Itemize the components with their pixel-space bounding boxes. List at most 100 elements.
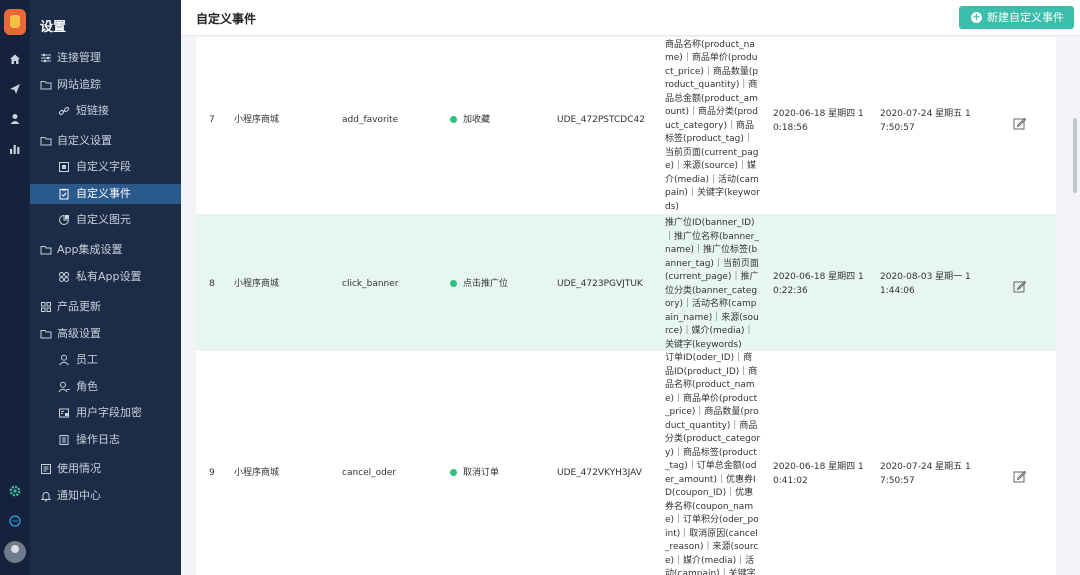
sidebar-item-label: 员工	[76, 353, 98, 366]
sidebar-item-private-app[interactable]: 私有App设置	[30, 267, 181, 287]
user-icon	[58, 354, 70, 366]
settings-sidebar: 设置 连接管理 网站追踪 短链接 自定义设置 自定义字段 自定义事件 自定义图元…	[30, 0, 181, 575]
sidebar-item-usage[interactable]: 使用情况	[30, 459, 181, 479]
usage-icon	[40, 463, 52, 475]
role-icon	[58, 381, 70, 393]
row-attributes: 商品ID(product_ID)｜商品名称(product_name)｜商品单价…	[665, 39, 760, 212]
sidebar-item-short-link[interactable]: 短链接	[30, 101, 181, 121]
sidebar-item-notifications[interactable]: 通知中心	[30, 486, 181, 506]
encrypt-icon	[58, 407, 70, 419]
sidebar-item-label: 连接管理	[57, 51, 101, 64]
chat-icon[interactable]	[0, 515, 30, 530]
plus-icon: +	[971, 12, 982, 23]
sidebar-item-label: 自定义字段	[76, 160, 131, 173]
sidebar-item-label: 高级设置	[57, 327, 101, 340]
sidebar-item-field-encryption[interactable]: 用户字段加密	[30, 403, 181, 423]
row-updated-time: 2020-07-24 星期五 17:50:57	[880, 462, 971, 486]
row-created-time: 2020-06-18 星期四 10:22:36	[773, 272, 864, 296]
sidebar-item-label: 使用情况	[57, 462, 101, 475]
folder-icon	[40, 135, 52, 147]
sidebar-item-roles[interactable]: 角色	[30, 377, 181, 397]
home-icon[interactable]	[0, 53, 30, 68]
sidebar-item-label: 自定义事件	[76, 187, 131, 200]
log-icon	[58, 434, 70, 446]
sidebar-title: 设置	[40, 20, 67, 35]
folder-icon	[40, 244, 52, 256]
sidebar-item-label: 网站追踪	[57, 78, 101, 91]
chain-icon	[58, 105, 70, 117]
table-row[interactable]: 7 小程序商城 add_favorite 加收藏 UDE_472PSTCDC42…	[196, 37, 1056, 215]
row-index: 8	[209, 279, 215, 289]
sidebar-item-custom-shapes[interactable]: 自定义图元	[30, 210, 181, 230]
row-event-key: add_favorite	[342, 115, 399, 125]
bell-icon	[40, 490, 52, 502]
sidebar-item-employees[interactable]: 员工	[30, 350, 181, 370]
row-updated-time: 2020-08-03 星期一 11:44:06	[880, 272, 971, 296]
shape-icon	[58, 214, 70, 226]
sidebar-item-label: 私有App设置	[76, 270, 142, 283]
sidebar-item-custom-fields[interactable]: 自定义字段	[30, 157, 181, 177]
row-event-name: 点击推广位	[463, 279, 509, 289]
folder-icon	[40, 79, 52, 91]
edit-icon[interactable]	[1013, 468, 1027, 483]
row-attributes: 推广位ID(banner_ID)｜推广位名称(banner_name)｜推广位标…	[665, 218, 759, 350]
status-dot	[450, 280, 457, 287]
page-title: 自定义事件	[196, 12, 257, 26]
sidebar-item-label: 短链接	[76, 104, 109, 117]
event-icon	[58, 188, 70, 200]
events-table: 7 小程序商城 add_favorite 加收藏 UDE_472PSTCDC42…	[196, 37, 1056, 575]
sidebar-item-label: App集成设置	[57, 243, 123, 256]
row-created-time: 2020-06-18 星期四 10:18:56	[773, 109, 864, 133]
sidebar-item-advanced-settings[interactable]: 高级设置	[30, 324, 181, 344]
new-button-label: 新建自定义事件	[987, 11, 1064, 24]
settings-gear-icon[interactable]	[0, 485, 30, 500]
row-event-id: UDE_472VKYH3JAV	[557, 468, 642, 478]
sidebar-item-app-integration[interactable]: App集成设置	[30, 240, 181, 260]
row-status: 取消订单	[450, 467, 499, 481]
sidebar-item-label: 通知中心	[57, 489, 101, 502]
sidebar-item-product-updates[interactable]: 产品更新	[30, 297, 181, 317]
edit-icon[interactable]	[1013, 278, 1027, 293]
folder-icon	[40, 328, 52, 340]
sidebar-item-operation-log[interactable]: 操作日志	[30, 430, 181, 450]
send-icon[interactable]	[0, 83, 30, 98]
status-dot	[450, 116, 457, 123]
row-app: 小程序商城	[234, 468, 280, 478]
sidebar-item-site-tracking[interactable]: 网站追踪	[30, 75, 181, 95]
sidebar-item-label: 产品更新	[57, 300, 101, 313]
row-event-id: UDE_472PSTCDC42	[557, 115, 645, 125]
new-custom-event-button[interactable]: + 新建自定义事件	[959, 6, 1074, 29]
row-event-key: cancel_oder	[342, 468, 397, 478]
vertical-scrollbar[interactable]	[1073, 118, 1077, 193]
app-logo[interactable]	[4, 9, 26, 35]
row-status: 加收藏	[450, 114, 490, 128]
status-dot	[450, 469, 457, 476]
row-attributes: 订单ID(oder_ID)｜商品ID(product_ID)｜商品名称(prod…	[665, 353, 761, 575]
edit-icon[interactable]	[1013, 115, 1027, 130]
sidebar-item-label: 自定义图元	[76, 213, 131, 226]
row-status: 点击推广位	[450, 278, 508, 292]
row-index: 9	[209, 468, 215, 478]
row-event-id: UDE_4723PGVJTUK	[557, 279, 643, 289]
page-header: 自定义事件 + 新建自定义事件	[181, 0, 1080, 36]
sidebar-item-label: 操作日志	[76, 433, 120, 446]
row-app: 小程序商城	[234, 279, 280, 289]
row-index: 7	[209, 115, 215, 125]
row-event-key: click_banner	[342, 279, 399, 289]
table-row[interactable]: 9 小程序商城 cancel_oder 取消订单 UDE_472VKYH3JAV…	[196, 351, 1056, 575]
sliders-icon	[40, 52, 52, 64]
table-row[interactable]: 8 小程序商城 click_banner 点击推广位 UDE_4723PGVJT…	[196, 215, 1056, 351]
sidebar-item-label: 用户字段加密	[76, 406, 142, 419]
row-updated-time: 2020-07-24 星期五 17:50:57	[880, 109, 971, 133]
row-app: 小程序商城	[234, 115, 280, 125]
sidebar-item-custom-events[interactable]: 自定义事件	[30, 184, 181, 204]
bar-chart-icon[interactable]	[0, 143, 30, 158]
row-event-name: 取消订单	[463, 468, 500, 478]
app-grid-icon	[58, 271, 70, 283]
sidebar-item-connections[interactable]: 连接管理	[30, 48, 181, 68]
avatar[interactable]	[4, 541, 26, 563]
field-icon	[58, 161, 70, 173]
sidebar-item-custom-settings[interactable]: 自定义设置	[30, 131, 181, 151]
user-icon[interactable]	[0, 113, 30, 128]
sidebar-item-label: 自定义设置	[57, 134, 112, 147]
